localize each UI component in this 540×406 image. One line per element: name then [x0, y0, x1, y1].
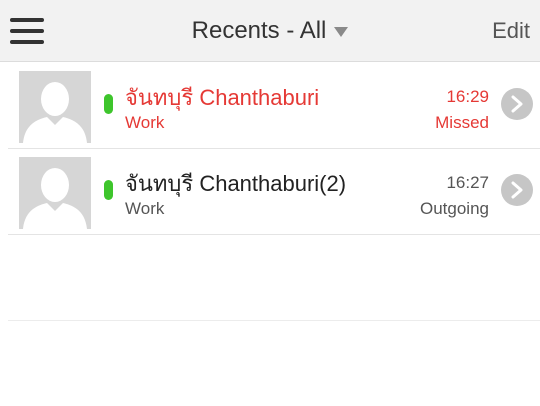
recent-call-row[interactable]: จันทบุรี Chanthaburi Work 16:29 Missed	[8, 63, 540, 149]
number-type: Work	[125, 113, 165, 132]
call-status: Missed	[435, 113, 489, 132]
recents-filter-dropdown[interactable]: Recents - All	[150, 0, 390, 62]
presence-indicator	[104, 94, 113, 114]
hamburger-menu-icon[interactable]	[10, 16, 44, 46]
call-time: 16:29	[446, 87, 489, 106]
default-avatar-icon	[19, 157, 91, 229]
edit-button[interactable]: Edit	[492, 0, 530, 62]
recent-call-row[interactable]: จันทบุรี Chanthaburi(2) Work 16:27 Outgo…	[8, 149, 540, 235]
header-bar: Recents - All Edit	[0, 0, 540, 62]
contact-name: จันทบุรี Chanthaburi	[125, 85, 320, 110]
call-time: 16:27	[446, 173, 489, 192]
page-title: Recents - All	[191, 17, 327, 44]
caret-down-icon	[334, 27, 349, 37]
contact-name: จันทบุรี Chanthaburi(2)	[125, 171, 347, 196]
call-status: Outgoing	[420, 199, 489, 218]
chevron-right-icon[interactable]	[501, 88, 533, 120]
chevron-right-icon[interactable]	[501, 174, 533, 206]
list-divider	[8, 320, 540, 321]
number-type: Work	[125, 199, 165, 218]
default-avatar-icon	[19, 71, 91, 143]
presence-indicator	[104, 180, 113, 200]
